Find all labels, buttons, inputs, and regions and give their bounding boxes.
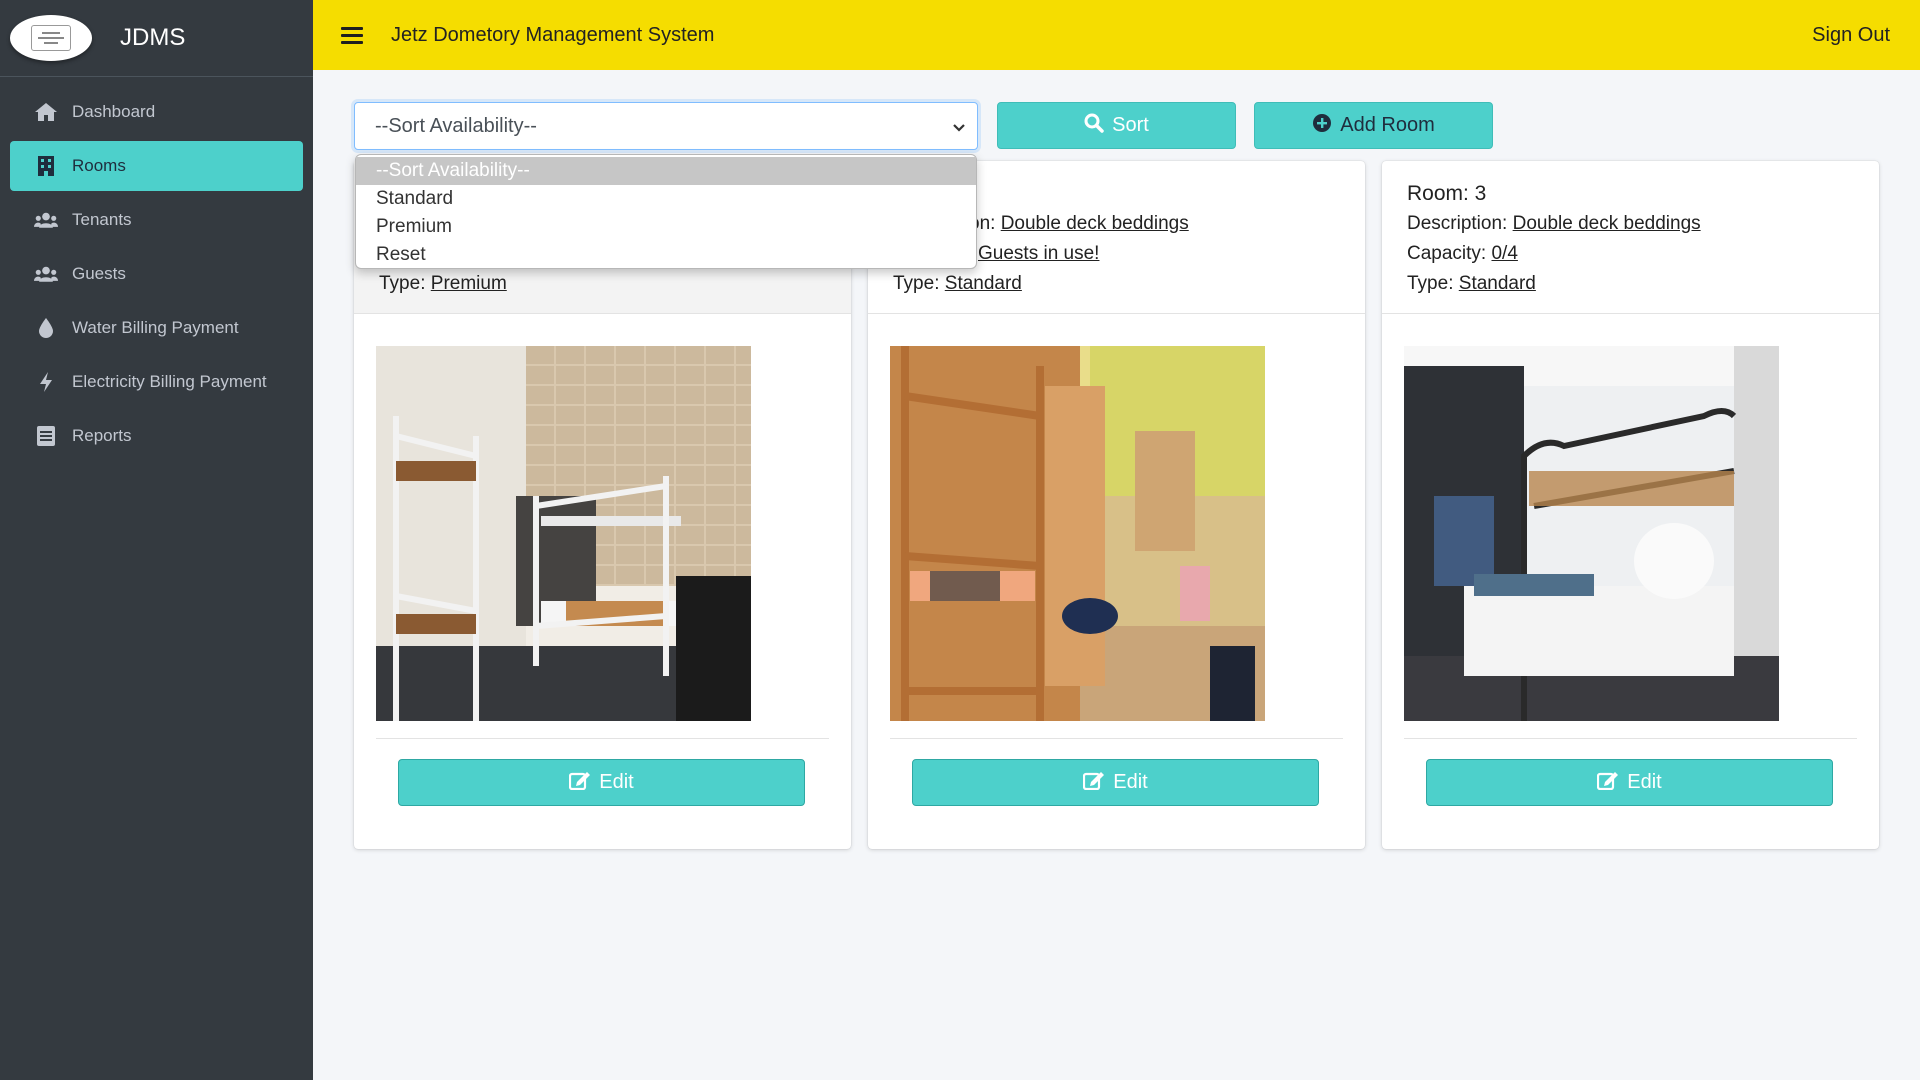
sidebar-nav: Dashboard Rooms Tenants Guests Water Bil… [0,77,313,475]
brand-name: JDMS [120,24,186,51]
app-title: Jetz Dometory Management System [391,23,715,46]
description-value-link[interactable]: Double deck beddings [1513,213,1701,234]
capacity-value-link[interactable]: 0/4 [1491,243,1517,264]
sort-availability-dropdown: --Sort Availability-- Standard Premium R… [355,154,977,269]
sidebar-item-label: Water Billing Payment [72,318,239,337]
home-icon [34,100,58,124]
sidebar-item-label: Electricity Billing Payment [72,372,267,391]
edit-button-label: Edit [1113,771,1148,793]
room-card-body: Edit [1382,314,1879,806]
water-drop-icon [34,316,58,340]
users-icon [34,262,58,286]
room-card: Room: 3 Description: Double deck bedding… [1382,161,1879,849]
capacity-label: Capacity: [1407,243,1487,264]
room-type-line: Type: Standard [1407,269,1854,299]
sign-out-link[interactable]: Sign Out [1812,24,1890,47]
plus-circle-icon [1312,113,1332,139]
sidebar-item-label: Reports [72,426,132,445]
select-value: --Sort Availability-- [375,114,537,137]
sidebar-item-label: Rooms [72,156,126,175]
room-title: Room: 3 [1407,182,1487,205]
type-value-link[interactable]: Premium [431,273,507,294]
users-icon [34,208,58,232]
description-label: Description: [1407,213,1508,234]
bolt-icon [34,370,58,394]
option-premium[interactable]: Premium [356,213,976,241]
option-sort-availability[interactable]: --Sort Availability-- [356,157,976,185]
edit-button-label: Edit [599,771,634,793]
edit-icon [1083,770,1105,796]
edit-icon [569,770,591,796]
report-icon [34,424,58,448]
room-card-body: Edit [354,314,851,806]
room-description-line: Description: Double deck beddings [1407,209,1854,239]
room-photo [376,346,751,721]
type-label: Type: [893,273,940,294]
add-room-button[interactable]: Add Room [1254,102,1493,149]
edit-room-button[interactable]: Edit [912,759,1319,806]
search-icon [1084,113,1104,139]
sidebar-item-dashboard[interactable]: Dashboard [10,87,303,137]
sidebar-item-label: Tenants [72,210,132,229]
sort-button-label: Sort [1112,114,1149,136]
type-label: Type: [1407,273,1454,294]
sidebar: JDMS Dashboard Rooms Tenants Guests Wate… [0,0,313,1080]
capacity-value-link[interactable]: Guests in use! [978,243,1099,264]
building-icon [34,154,58,178]
sidebar-item-electricity-billing[interactable]: Electricity Billing Payment [10,357,303,407]
room-capacity-line: Capacity: 0/4 [1407,239,1854,269]
room-card-header: Room: 3 Description: Double deck bedding… [1382,161,1879,314]
sort-availability-select[interactable]: --Sort Availability-- [354,102,978,150]
room-photo [1404,346,1779,721]
room-type-line: Type: Standard [893,269,1340,299]
edit-room-button[interactable]: Edit [1426,759,1833,806]
sidebar-item-label: Dashboard [72,102,156,121]
sidebar-item-reports[interactable]: Reports [10,411,303,461]
description-value-link[interactable]: Double deck beddings [1001,213,1189,234]
sort-button[interactable]: Sort [997,102,1236,149]
edit-room-button[interactable]: Edit [398,759,805,806]
option-standard[interactable]: Standard [356,185,976,213]
room-card-body: Edit [868,314,1365,806]
type-label: Type: [379,273,426,294]
edit-icon [1597,770,1619,796]
edit-button-label: Edit [1627,771,1662,793]
room-photo [890,346,1265,721]
card-divider [1404,738,1857,739]
chevron-down-icon [951,118,967,141]
type-value-link[interactable]: Standard [1459,273,1536,294]
sidebar-item-label: Guests [72,264,126,283]
dormitory-logo [10,15,92,61]
sidebar-item-guests[interactable]: Guests [10,249,303,299]
brand[interactable]: JDMS [0,0,313,77]
option-reset[interactable]: Reset [356,241,976,269]
room-type-line: Type: Premium [379,269,826,299]
card-divider [890,738,1343,739]
menu-toggle-icon[interactable] [341,26,363,44]
sidebar-item-tenants[interactable]: Tenants [10,195,303,245]
type-value-link[interactable]: Standard [945,273,1022,294]
top-navbar: Jetz Dometory Management System Sign Out [313,0,1920,70]
add-room-button-label: Add Room [1340,114,1435,136]
sidebar-item-rooms[interactable]: Rooms [10,141,303,191]
sidebar-item-water-billing[interactable]: Water Billing Payment [10,303,303,353]
card-divider [376,738,829,739]
